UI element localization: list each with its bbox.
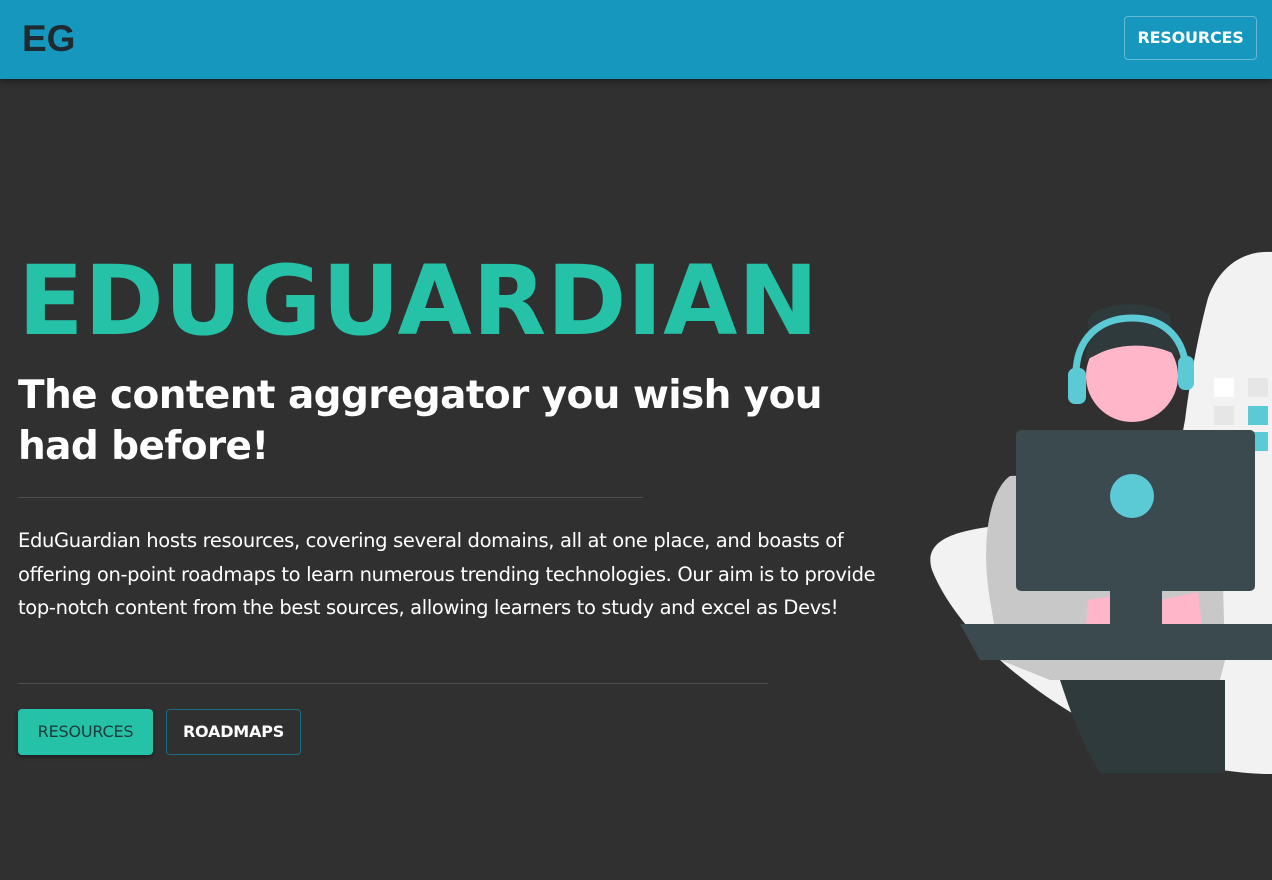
divider-top: [18, 497, 643, 498]
brand-logo[interactable]: EG: [22, 17, 75, 61]
navbar: EG RESOURCES: [0, 0, 1272, 79]
nav-resources-button[interactable]: RESOURCES: [1124, 16, 1257, 60]
resources-button[interactable]: RESOURCES: [18, 709, 153, 755]
hero-subtitle: The content aggregator you wish you had …: [18, 373, 823, 469]
roadmaps-button[interactable]: ROADMAPS: [166, 709, 301, 755]
hero-description: EduGuardian hosts resources, covering se…: [18, 529, 876, 619]
hero-title: EDUGUARDIAN: [18, 245, 819, 357]
person-with-headset-at-computer-illustration: [920, 240, 1272, 780]
divider-bottom: [18, 683, 768, 684]
